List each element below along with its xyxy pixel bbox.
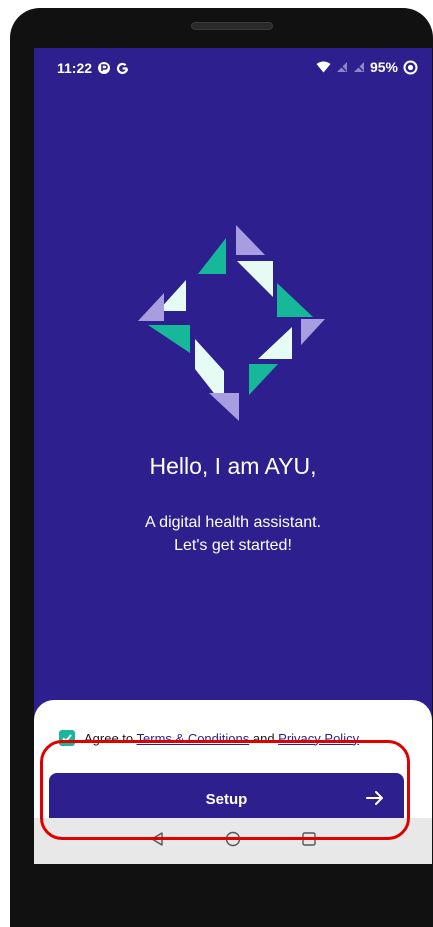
no-signal-icon xyxy=(353,61,365,73)
back-icon[interactable] xyxy=(149,831,165,852)
earpiece-speaker xyxy=(191,22,273,30)
status-bar: 11:22 95% xyxy=(34,48,432,88)
home-icon[interactable] xyxy=(225,831,241,852)
checkmark-icon xyxy=(62,734,72,743)
welcome-headline: Hello, I am AYU, xyxy=(149,453,317,479)
consent-prefix: Agree to xyxy=(84,730,137,746)
consent-text: Agree to Terms & Conditions and Privacy … xyxy=(84,731,359,746)
no-signal-icon xyxy=(336,61,348,73)
welcome-subtitle: A digital health assistant. Let's get st… xyxy=(34,511,432,557)
arrow-right-icon xyxy=(364,787,386,813)
status-left: 11:22 xyxy=(57,60,129,76)
battery-percent: 95% xyxy=(369,59,398,75)
app-screen: 11:22 95% Hello, I am AYU, A digital hea… xyxy=(34,48,432,864)
focus-icon xyxy=(403,60,418,75)
terms-link[interactable]: Terms & Conditions xyxy=(137,731,250,746)
subtitle-line-2: Let's get started! xyxy=(174,537,292,554)
google-icon xyxy=(116,62,129,75)
privacy-policy-link[interactable]: Privacy Policy xyxy=(278,731,359,746)
logo-shapes xyxy=(138,225,325,421)
consent-middle: and xyxy=(249,730,279,746)
system-nav-bar xyxy=(34,818,432,864)
wifi-icon xyxy=(316,61,331,73)
consent-row: Agree to Terms & Conditions and Privacy … xyxy=(59,730,359,746)
data-saver-icon xyxy=(97,61,111,75)
subtitle-line-1: A digital health assistant. xyxy=(144,514,322,531)
setup-button-label: Setup xyxy=(205,790,248,808)
status-right: 95% xyxy=(316,59,418,75)
ayu-logo xyxy=(138,225,325,421)
status-time: 11:22 xyxy=(57,60,93,76)
recents-icon[interactable] xyxy=(301,831,317,852)
agree-checkbox[interactable] xyxy=(59,730,75,746)
phone-frame: 11:22 95% Hello, I am AYU, A digital hea… xyxy=(10,8,433,927)
